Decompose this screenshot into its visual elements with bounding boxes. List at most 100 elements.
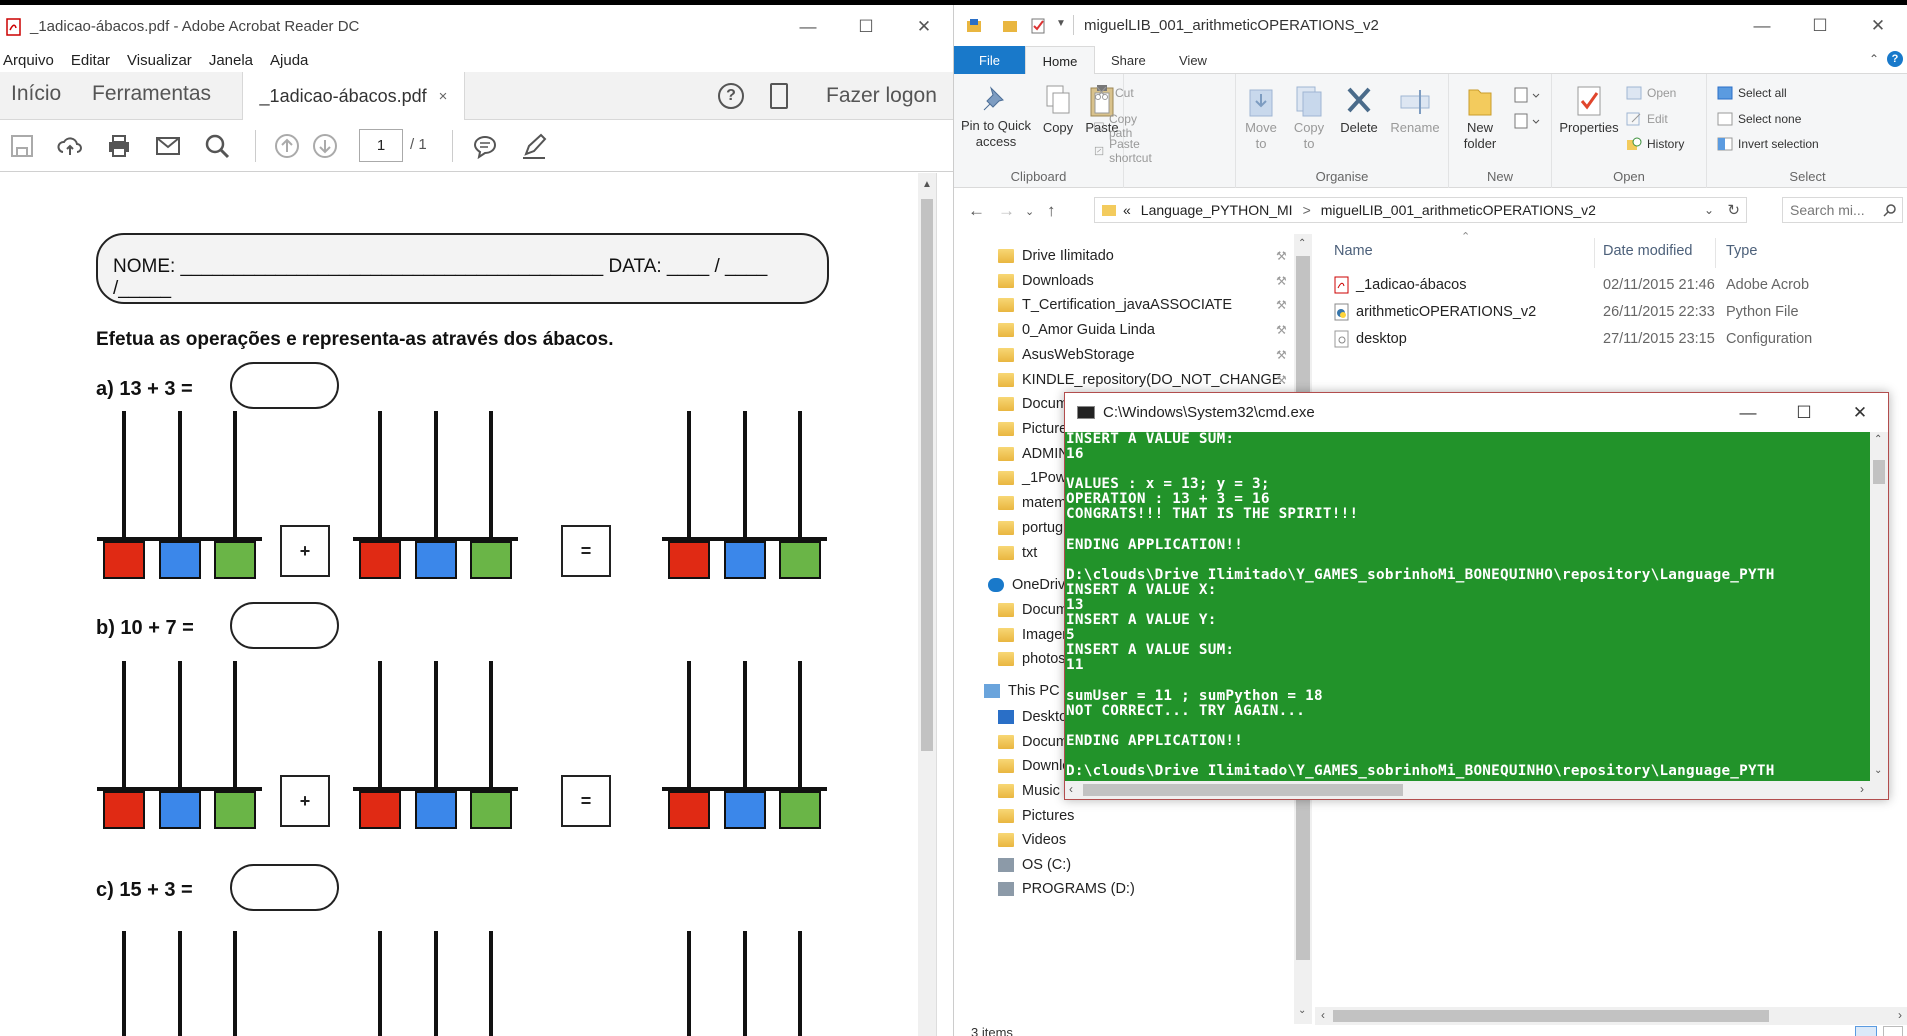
collapse-ribbon-icon[interactable]: ⌃ <box>1869 52 1879 66</box>
maximize-icon[interactable]: ☐ <box>1791 5 1849 46</box>
new-folder-qat-icon[interactable] <box>1002 18 1018 34</box>
page-number-input[interactable]: 1 <box>359 129 403 162</box>
tab-share[interactable]: Share <box>1111 53 1146 68</box>
quick-access-toolbar-icon[interactable] <box>966 18 982 34</box>
history-button[interactable]: History <box>1626 137 1684 151</box>
address-dropdown-icon[interactable]: ⌄ <box>1704 203 1714 217</box>
file-row[interactable]: arithmeticOPERATIONS_v2 <box>1334 299 1536 325</box>
properties-qat-icon[interactable] <box>1030 17 1046 35</box>
nav-item[interactable]: OS (C:) <box>998 852 1071 878</box>
nav-item[interactable]: _1Powe <box>998 465 1074 491</box>
scroll-up-arrow[interactable]: ⌃ <box>1874 434 1882 445</box>
close-icon[interactable]: ✕ <box>1832 393 1888 432</box>
nav-item[interactable]: Docum⚒ <box>998 391 1287 417</box>
easy-access-icon[interactable] <box>1513 112 1541 132</box>
right-panel-toggle[interactable] <box>936 173 953 1036</box>
edit-button[interactable]: Edit <box>1626 112 1668 126</box>
file-row[interactable]: desktop <box>1334 326 1407 352</box>
breadcrumb-language-python[interactable]: Language_PYTHON_MI <box>1141 202 1293 218</box>
breadcrumb-current-folder[interactable]: miguelLIB_001_arithmeticOPERATIONS_v2 <box>1321 202 1596 218</box>
select-none-button[interactable]: Select none <box>1717 112 1801 126</box>
help-icon[interactable]: ? <box>1887 51 1903 67</box>
file-list-horizontal-scrollbar[interactable]: ‹ › <box>1315 1007 1907 1025</box>
scroll-left-arrow[interactable]: ‹ <box>1069 782 1073 796</box>
address-overflow-chevrons[interactable]: « <box>1123 202 1131 218</box>
save-icon[interactable] <box>9 133 35 159</box>
next-page-icon[interactable] <box>312 133 338 159</box>
scroll-up-arrow[interactable]: ▲ <box>922 179 932 190</box>
scroll-up-arrow[interactable]: ⌃ <box>1298 238 1306 249</box>
details-view-icon[interactable] <box>1855 1026 1877 1036</box>
nav-item[interactable]: Videos <box>998 827 1066 853</box>
select-all-button[interactable]: Select all <box>1717 86 1787 100</box>
email-icon[interactable] <box>155 133 181 159</box>
scroll-thumb[interactable] <box>1333 1010 1769 1022</box>
console-horizontal-scrollbar[interactable]: ‹ › <box>1065 781 1870 799</box>
large-icons-view-icon[interactable] <box>1883 1026 1903 1036</box>
menu-arquivo[interactable]: Arquivo <box>0 52 57 69</box>
nav-item[interactable]: Picture⚒ <box>998 416 1287 442</box>
nav-item[interactable]: portug <box>998 515 1063 541</box>
recent-locations-icon[interactable]: ⌄ <box>1025 205 1034 218</box>
file-row[interactable]: _1adicao-ábacos <box>1334 272 1466 298</box>
scroll-down-arrow[interactable]: ⌄ <box>1874 765 1882 776</box>
nav-item[interactable]: T_Certification_javaASSOCIATE ⚒ <box>998 292 1287 318</box>
print-icon[interactable] <box>106 133 132 159</box>
search-input[interactable]: Search mi... <box>1782 197 1903 223</box>
tab-inicio[interactable]: Início <box>11 82 61 106</box>
properties-button[interactable]: Properties <box>1556 84 1622 136</box>
column-date-modified[interactable]: Date modified <box>1603 243 1692 259</box>
resize-corner[interactable] <box>1870 781 1888 799</box>
minimize-icon[interactable]: — <box>1720 393 1776 432</box>
menu-janela[interactable]: Janela <box>206 52 256 69</box>
close-icon[interactable]: ✕ <box>1849 5 1907 46</box>
nav-item[interactable]: Imagen <box>998 622 1070 648</box>
tab-file[interactable]: File <box>954 46 1025 74</box>
nav-item[interactable]: ADMIN <box>998 441 1069 467</box>
copy-to-button[interactable]: Copy to <box>1288 84 1330 152</box>
column-name[interactable]: Name <box>1334 243 1373 259</box>
address-box[interactable]: « Language_PYTHON_MI > miguelLIB_001_ari… <box>1094 197 1747 223</box>
sign-pen-icon[interactable] <box>521 133 547 159</box>
menu-editar[interactable]: Editar <box>68 52 113 69</box>
tab-view[interactable]: View <box>1179 53 1207 68</box>
console-vertical-scrollbar[interactable]: ⌃ ⌄ <box>1870 432 1888 781</box>
column-type[interactable]: Type <box>1726 243 1757 259</box>
login-button[interactable]: Fazer logon <box>826 84 937 108</box>
scroll-thumb[interactable] <box>1873 460 1885 484</box>
open-button[interactable]: Open <box>1626 86 1676 100</box>
scroll-thumb[interactable] <box>1083 784 1403 796</box>
nav-item[interactable]: Drive Ilimitado ⚒ <box>998 243 1287 269</box>
move-to-button[interactable]: Move to <box>1240 84 1282 152</box>
console-output[interactable]: INSERT A VALUE SUM: 16 VALUES : x = 13; y … <box>1065 432 1870 781</box>
rename-button[interactable]: Rename <box>1388 84 1442 136</box>
nav-item[interactable]: Music <box>998 778 1060 804</box>
back-arrow-icon[interactable]: ← <box>968 201 985 221</box>
refresh-icon[interactable]: ↻ <box>1727 201 1740 219</box>
scroll-right-arrow[interactable]: › <box>1860 782 1864 796</box>
help-icon[interactable]: ? <box>718 83 744 109</box>
comment-icon[interactable] <box>472 133 498 159</box>
nav-item[interactable]: 0_Amor Guida Linda ⚒ <box>998 317 1287 343</box>
nav-item[interactable]: photos <box>998 646 1066 672</box>
column-divider[interactable] <box>1715 238 1716 268</box>
delete-button[interactable]: Delete <box>1336 84 1382 136</box>
pdf-vertical-scrollbar[interactable]: ▲ <box>918 173 936 1036</box>
tab-ferramentas[interactable]: Ferramentas <box>92 82 211 106</box>
nav-item[interactable]: AsusWebStorage ⚒ <box>998 342 1287 368</box>
up-arrow-icon[interactable]: ↑ <box>1047 201 1056 221</box>
nav-item[interactable]: txt <box>998 540 1037 566</box>
pin-quick-access-button[interactable]: Pin to Quick access <box>960 84 1032 150</box>
search-icon[interactable] <box>204 133 230 159</box>
scroll-thumb[interactable] <box>921 199 933 751</box>
nav-item[interactable]: This PC <box>984 678 1060 704</box>
menu-ajuda[interactable]: Ajuda <box>267 52 311 69</box>
invert-selection-button[interactable]: Invert selection <box>1717 137 1819 151</box>
close-icon[interactable]: ✕ <box>895 5 953 48</box>
maximize-icon[interactable]: ☐ <box>837 5 895 48</box>
forward-arrow-icon[interactable]: → <box>998 201 1015 221</box>
maximize-icon[interactable]: ☐ <box>1776 393 1832 432</box>
minimize-icon[interactable]: — <box>779 5 837 48</box>
scroll-down-arrow[interactable]: ⌄ <box>1298 1005 1306 1016</box>
scroll-left-arrow[interactable]: ‹ <box>1321 1008 1325 1022</box>
